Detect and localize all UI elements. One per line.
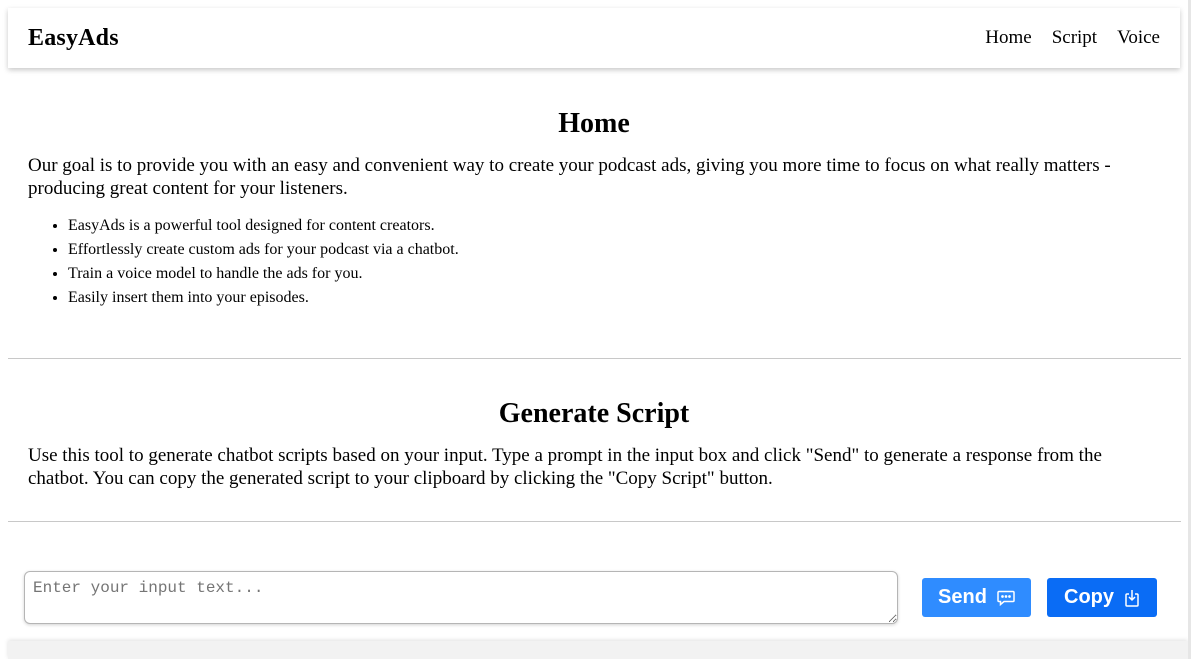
section-divider xyxy=(8,521,1181,522)
chat-bubble-icon xyxy=(997,590,1015,606)
send-button[interactable]: Send xyxy=(922,578,1031,617)
nav-link-voice[interactable]: Voice xyxy=(1117,27,1160,49)
nav-link-script[interactable]: Script xyxy=(1052,27,1097,49)
feature-item: Easily insert them into your episodes. xyxy=(68,286,1160,310)
feature-item: Effortlessly create custom ads for your … xyxy=(68,238,1160,262)
bottom-panel-edge xyxy=(8,641,1188,659)
brand-logo[interactable]: EasyAds xyxy=(28,25,119,52)
nav-link-home[interactable]: Home xyxy=(985,27,1031,49)
prompt-input[interactable] xyxy=(24,571,898,624)
generate-script-section: Generate Script Use this tool to generat… xyxy=(8,398,1180,490)
copy-button[interactable]: Copy xyxy=(1047,578,1157,617)
page: EasyAds Home Script Voice Home Our goal … xyxy=(0,0,1191,659)
top-navbar: EasyAds Home Script Voice xyxy=(8,8,1180,68)
prompt-input-row: Send Copy xyxy=(24,571,1164,624)
section-divider xyxy=(8,358,1181,359)
send-button-label: Send xyxy=(938,586,987,608)
clipboard-download-icon xyxy=(1124,589,1140,607)
home-intro: Our goal is to provide you with an easy … xyxy=(28,155,1111,199)
copy-button-label: Copy xyxy=(1064,586,1114,608)
home-title: Home xyxy=(558,108,630,139)
feature-list: EasyAds is a powerful tool designed for … xyxy=(28,214,1160,310)
home-section: Home Our goal is to provide you with an … xyxy=(8,108,1180,310)
feature-item: Train a voice model to handle the ads fo… xyxy=(68,262,1160,286)
nav-links: Home Script Voice xyxy=(985,27,1160,49)
generate-script-description: Use this tool to generate chatbot script… xyxy=(28,445,1102,489)
generate-script-title: Generate Script xyxy=(498,398,690,429)
feature-item: EasyAds is a powerful tool designed for … xyxy=(68,214,1160,238)
